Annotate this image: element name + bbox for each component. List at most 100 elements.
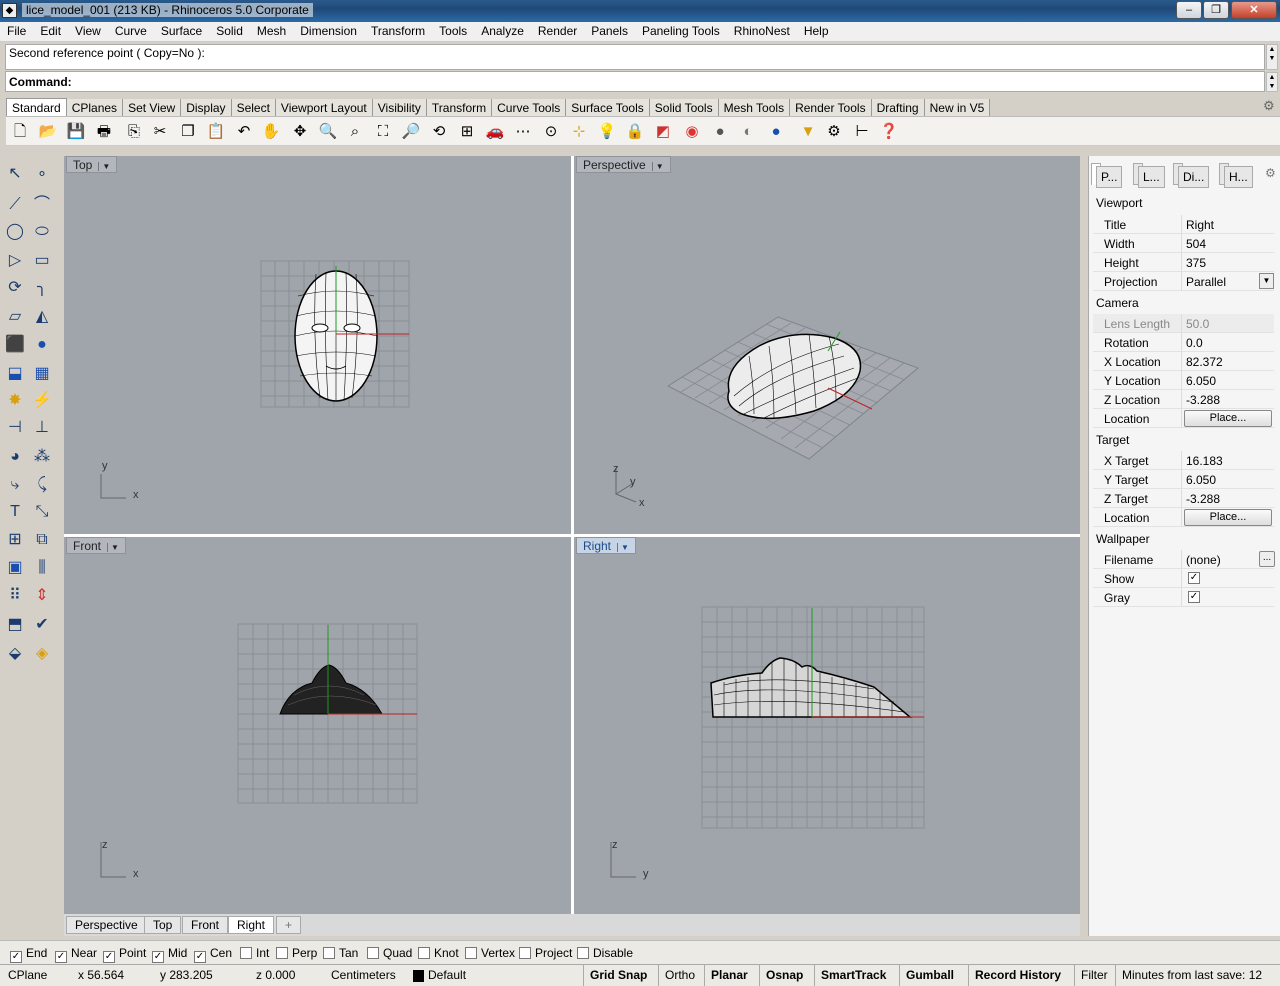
add-viewport-tab-icon[interactable]: + <box>276 916 302 934</box>
menu-transform[interactable]: Transform <box>364 22 432 38</box>
blue-sphere-icon[interactable]: ● <box>765 121 787 143</box>
tab-display[interactable]: Display <box>181 99 232 117</box>
trim-icon[interactable]: ⊣ <box>3 416 27 440</box>
filename-field[interactable]: (none) <box>1186 553 1221 567</box>
rectangular-array-icon[interactable]: ⠿ <box>3 584 27 608</box>
vtab-right[interactable]: Right <box>228 916 275 934</box>
chevron-down-icon[interactable]: ▼ <box>1259 273 1274 289</box>
rectangle-icon[interactable]: ▭ <box>30 249 54 273</box>
osnap-tan-checkbox[interactable] <box>323 947 335 959</box>
title-field[interactable]: Right <box>1186 218 1214 232</box>
tab-properties[interactable]: ◉ P... <box>1091 163 1123 188</box>
viewport-perspective[interactable]: Perspective ▼ z y x <box>574 156 1080 534</box>
menu-paneling-tools[interactable]: Paneling Tools <box>635 22 727 38</box>
viewport-front[interactable]: Front ▼ z x <box>64 537 571 914</box>
select-arrow-icon[interactable]: ↖ <box>3 162 27 186</box>
close-button[interactable]: ✕ <box>1231 1 1277 19</box>
array-icon[interactable]: ⊞ <box>3 528 27 552</box>
osnap-end[interactable]: ✓ End <box>10 946 47 963</box>
menu-surface[interactable]: Surface <box>154 22 209 38</box>
tab-select[interactable]: Select <box>231 99 276 117</box>
tab-visibility[interactable]: Visibility <box>372 99 427 117</box>
osnap-perp[interactable]: Perp <box>276 946 317 960</box>
vtab-front[interactable]: Front <box>182 916 229 934</box>
osnap-cen[interactable]: ✓ Cen <box>194 946 232 963</box>
surface-icon[interactable]: ▱ <box>3 305 27 329</box>
solid-box-icon[interactable]: ▣ <box>3 556 27 580</box>
polygon-icon[interactable]: ▷ <box>3 249 27 273</box>
zoom-window-icon[interactable]: ⌕ <box>344 121 366 143</box>
menu-panels[interactable]: Panels <box>584 22 635 38</box>
join-icon[interactable]: ⚡ <box>30 389 54 413</box>
ellipse-icon[interactable]: ⬭ <box>30 220 54 244</box>
osnap-mid[interactable]: ✓ Mid <box>152 946 187 963</box>
rhino-app-icon[interactable]: ◆ <box>2 3 17 18</box>
tab-standard[interactable]: Standard <box>6 98 67 116</box>
rotation-field[interactable]: 0.0 <box>1186 336 1203 350</box>
tab-drafting[interactable]: Drafting <box>871 99 925 117</box>
fillet-icon[interactable]: ⤷ <box>3 473 27 497</box>
command-line[interactable]: Command: <box>5 71 1265 92</box>
y-target-field[interactable]: 6.050 <box>1186 473 1216 487</box>
sphere-icon[interactable]: ● <box>30 333 54 357</box>
osnap-disable-checkbox[interactable] <box>577 947 589 959</box>
y-location-field[interactable]: 6.050 <box>1186 374 1216 388</box>
tab-viewport-layout[interactable]: Viewport Layout <box>275 99 373 117</box>
point-icon[interactable]: ∘ <box>30 162 54 186</box>
record-history-toggle[interactable]: Record History <box>968 965 1067 986</box>
car-icon[interactable]: 🚗 <box>484 121 506 143</box>
camera-place-button[interactable]: Place... <box>1184 410 1272 427</box>
tab-display[interactable]: 🖵 Di... <box>1173 163 1210 188</box>
osnap-int-checkbox[interactable] <box>240 947 252 959</box>
layer-icon[interactable]: ◩ <box>652 121 674 143</box>
pan-hand-icon[interactable]: ✋ <box>260 121 282 143</box>
ortho-toggle[interactable]: Ortho <box>658 965 701 986</box>
revolve-icon[interactable]: ◭ <box>30 305 54 329</box>
tab-surface-tools[interactable]: Surface Tools <box>566 99 650 117</box>
zoom-selected-icon[interactable]: 🔎 <box>400 121 422 143</box>
osnap-near[interactable]: ✓ Near <box>55 946 97 963</box>
check-icon[interactable]: ✔ <box>30 613 54 637</box>
split-icon[interactable]: ⊥ <box>30 416 54 440</box>
osnap-knot[interactable]: Knot <box>418 946 459 960</box>
vtab-top[interactable]: Top <box>144 916 182 934</box>
select-icon[interactable]: ⋯ <box>512 121 534 143</box>
import-icon[interactable]: ⎘ <box>123 121 145 143</box>
viewport-right[interactable]: Right ▼ z y <box>574 537 1080 914</box>
minimize-button[interactable]: ‒ <box>1176 1 1202 19</box>
text-icon[interactable]: T <box>3 500 27 524</box>
dimension-icon[interactable]: ⤡ <box>30 500 54 524</box>
toolbar-settings-gear-icon[interactable]: ⚙ <box>1263 98 1277 114</box>
fillet-curve-icon[interactable]: ╮ <box>30 276 54 300</box>
z-location-field[interactable]: -3.288 <box>1186 393 1220 407</box>
undo-view-icon[interactable]: ⟲ <box>428 121 450 143</box>
tab-render-tools[interactable]: Render Tools <box>790 99 872 117</box>
menu-render[interactable]: Render <box>531 22 584 38</box>
gumball-toggle[interactable]: Gumball <box>899 965 960 986</box>
osnap-vertex[interactable]: Vertex <box>465 946 515 960</box>
osnap-end-checkbox[interactable]: ✓ <box>10 951 22 963</box>
mesh-icon[interactable]: ▦ <box>30 362 54 386</box>
osnap-project-checkbox[interactable] <box>519 947 531 959</box>
filter-icon[interactable]: ▼ <box>797 121 819 143</box>
print-icon[interactable]: 🖶 <box>93 121 115 143</box>
menu-tools[interactable]: Tools <box>432 22 474 38</box>
osnap-point-checkbox[interactable]: ✓ <box>103 951 115 963</box>
boolean-union-icon[interactable]: ◕ <box>3 445 27 469</box>
osnap-vertex-checkbox[interactable] <box>465 947 477 959</box>
osnap-quad[interactable]: Quad <box>367 946 412 960</box>
tab-mesh-tools[interactable]: Mesh Tools <box>718 99 791 117</box>
analyze-icon[interactable]: ⬒ <box>3 613 27 637</box>
lock-icon[interactable]: 🔒 <box>624 121 646 143</box>
maximize-button[interactable]: ❐ <box>1203 1 1229 19</box>
osnap-knot-checkbox[interactable] <box>418 947 430 959</box>
target-place-button[interactable]: Place... <box>1184 509 1272 526</box>
light-bulb-icon[interactable]: 💡 <box>596 121 618 143</box>
tab-solid-tools[interactable]: Solid Tools <box>649 99 719 117</box>
osnap-icon[interactable]: ⊹ <box>568 121 590 143</box>
osnap-quad-checkbox[interactable] <box>367 947 379 959</box>
gray-checkbox[interactable]: ✓ <box>1188 591 1200 603</box>
mirror-icon[interactable]: ⧉ <box>30 528 54 552</box>
width-field[interactable]: 504 <box>1186 237 1206 251</box>
options-gear-icon[interactable]: ⚙ <box>823 121 845 143</box>
